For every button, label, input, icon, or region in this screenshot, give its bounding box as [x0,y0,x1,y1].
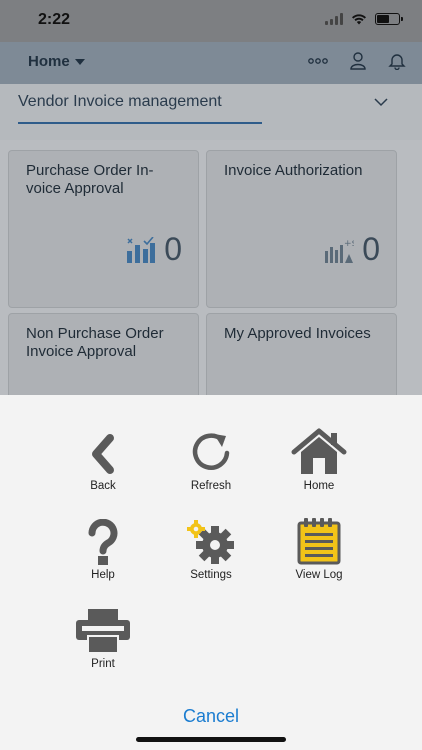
tile-title: My Approved Invoices [224,325,371,342]
user-icon[interactable] [350,52,366,70]
tile-kpi: +$ 0 [324,231,380,268]
home-label: Home [303,480,335,492]
refresh-label: Refresh [190,480,232,492]
shell-actions [308,52,406,70]
settings-button[interactable]: Settings [171,511,251,581]
caret-down-icon [74,58,85,65]
view-log-icon [279,511,359,565]
help-icon [63,511,143,565]
status-time: 2:22 [38,11,71,28]
more-icon[interactable] [308,58,328,64]
tile-kpi: 0 [126,231,182,268]
cancel-button[interactable]: Cancel [0,706,422,727]
tile-my-approved-invoices[interactable]: My Approved Invoices [206,313,397,403]
refresh-button[interactable]: Refresh [171,422,251,492]
tile-value: 0 [362,231,380,267]
back-label: Back [90,480,116,492]
money-chart-icon: +$ [325,239,354,263]
view-log-button[interactable]: View Log [279,511,359,581]
back-button[interactable]: Back [63,422,143,492]
home-icon [279,422,359,476]
group-underline [18,122,262,124]
status-bar: 2:22 [0,0,422,42]
battery-icon [375,13,403,25]
tile-title: Invoice Authorization [224,162,363,179]
refresh-icon [171,422,251,476]
chevron-down-icon[interactable] [374,98,388,107]
bell-icon[interactable] [388,52,406,70]
tile-title: Purchase Order In-voice Approval [26,162,154,197]
view-log-label: View Log [295,569,343,581]
shell-bar: Home [0,42,422,84]
tile-title: Non Purchase Order Invoice Approval [26,325,164,360]
printer-icon [63,600,143,654]
print-button[interactable]: Print [63,600,143,670]
svg-text:+$: +$ [344,239,354,249]
status-icons [325,13,403,25]
tile-value: 0 [164,231,182,267]
tile-po-invoice-approval[interactable]: Purchase Order In-voice Approval 0 [8,150,199,308]
back-icon [63,422,143,476]
wifi-icon [352,14,366,25]
tile-invoice-authorization[interactable]: Invoice Authorization +$ 0 [206,150,397,308]
group-title[interactable]: Vendor Invoice management [18,93,222,111]
help-label: Help [91,569,115,581]
home-indicator [136,737,286,742]
signal-icon [325,13,343,25]
settings-label: Settings [190,569,232,581]
home-button[interactable]: Home [279,422,359,492]
action-sheet: Back Refresh Home Help Settings View Log… [0,395,422,750]
print-label: Print [91,658,115,670]
help-button[interactable]: Help [63,511,143,581]
home-menu-button[interactable]: Home [28,53,85,70]
tile-non-po-invoice-approval[interactable]: Non Purchase Order Invoice Approval [8,313,199,403]
approval-chart-icon [127,236,156,263]
home-title: Home [28,53,70,70]
settings-icon [171,511,251,565]
